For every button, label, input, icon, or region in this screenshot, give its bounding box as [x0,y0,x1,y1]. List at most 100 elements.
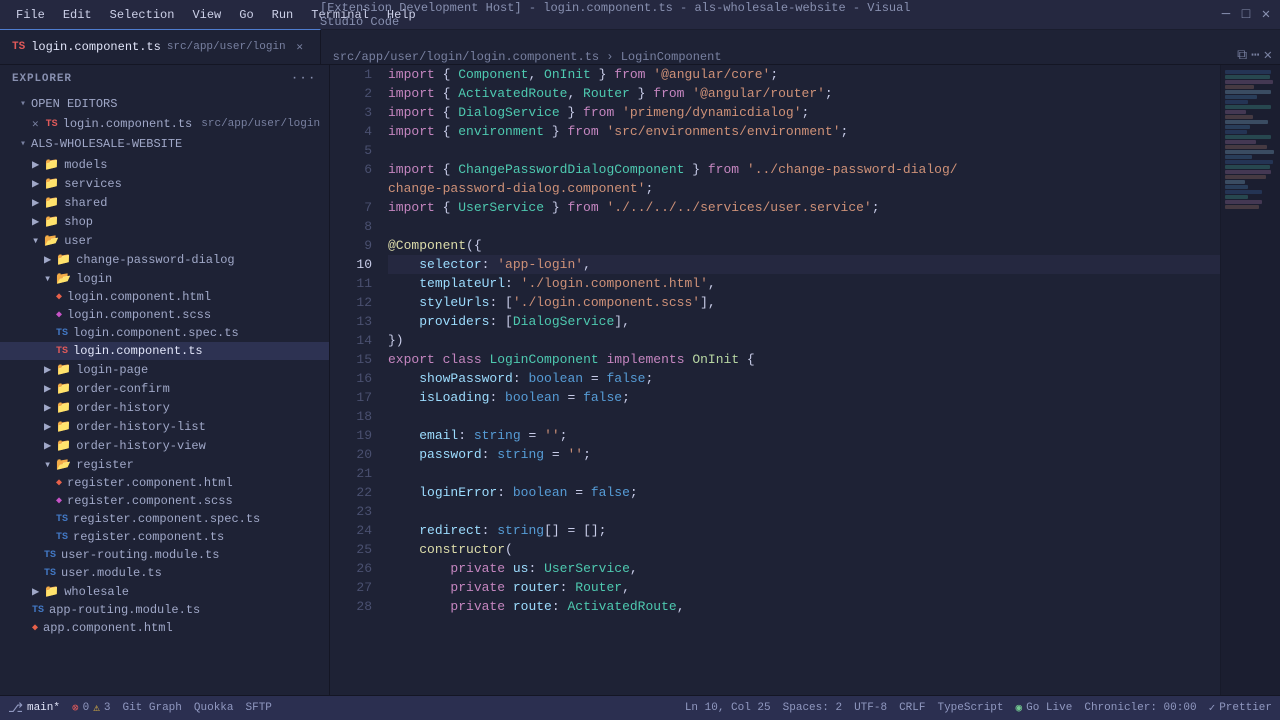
tree-app-component-html[interactable]: ◆ app.component.html [0,619,329,637]
code-editor[interactable]: 1234567891011121314151617181920212223242… [330,65,1280,695]
tree-register-html[interactable]: ◆ register.component.html [0,474,329,492]
tree-app-routing[interactable]: TS app-routing.module.ts [0,601,329,619]
tree-order-history[interactable]: ▶ 📁 order-history [0,398,329,417]
tree-register[interactable]: ▾ 📂 register [0,455,329,474]
go-live-button[interactable]: ◉ Go Live [1016,701,1073,715]
token: from [567,122,598,141]
token: } [630,84,653,103]
open-editor-login-ts[interactable]: ✕ TS login.component.ts src/app/user/log… [0,115,329,133]
code-line[interactable]: isLoading: boolean = false; [388,388,1220,407]
code-line[interactable]: selector: 'app-login', [388,255,1220,274]
code-line[interactable]: loginError: boolean = false; [388,483,1220,502]
token: './../../../services/user.service' [606,198,871,217]
tree-change-password-dialog[interactable]: ▶ 📁 change-password-dialog [0,250,329,269]
git-graph-button[interactable]: Git Graph [122,702,181,714]
split-editor-button[interactable]: ⧉ [1237,48,1247,64]
line-ending[interactable]: CRLF [899,702,925,714]
tree-order-history-list[interactable]: ▶ 📁 order-history-list [0,417,329,436]
encoding[interactable]: UTF-8 [854,702,887,714]
window-controls: ─ □ ✕ [1220,9,1272,21]
menu-run[interactable]: Run [264,6,302,24]
code-line[interactable]: private route: ActivatedRoute, [388,597,1220,616]
tree-shop[interactable]: ▶ 📁 shop [0,212,329,231]
folder-arrow: ▶ [32,176,39,191]
code-line[interactable] [388,217,1220,236]
code-line[interactable]: email: string = ''; [388,426,1220,445]
code-line[interactable]: styleUrls: ['./login.component.scss'], [388,293,1220,312]
tree-login[interactable]: ▾ 📂 login [0,269,329,288]
code-line[interactable]: change-password-dialog.component'; [388,179,1220,198]
tree-login-component-ts[interactable]: TS login.component.ts [0,342,329,360]
menu-go[interactable]: Go [231,6,261,24]
code-line[interactable]: redirect: string[] = []; [388,521,1220,540]
code-line[interactable]: constructor( [388,540,1220,559]
menu-edit[interactable]: Edit [55,6,100,24]
more-actions-button[interactable]: ⋯ [1251,47,1259,64]
tree-login-spec[interactable]: TS login.component.spec.ts [0,324,329,342]
tree-user-routing[interactable]: TS user-routing.module.ts [0,546,329,564]
tree-login-page[interactable]: ▶ 📁 login-page [0,360,329,379]
sidebar-more-button[interactable]: ··· [291,73,317,85]
project-section[interactable]: ▾ ALS-WHOLESALE-WEBSITE [0,133,329,155]
folder-arrow: ▶ [32,157,39,172]
tree-services[interactable]: ▶ 📁 services [0,174,329,193]
close-button[interactable]: ✕ [1260,9,1272,21]
token: './login.component.scss' [513,293,700,312]
code-line[interactable]: templateUrl: './login.component.html', [388,274,1220,293]
code-line[interactable]: private router: Router, [388,578,1220,597]
tree-register-spec[interactable]: TS register.component.spec.ts [0,510,329,528]
tab-login-component-ts[interactable]: TS login.component.ts src/app/user/login… [0,29,321,64]
indentation[interactable]: Spaces: 2 [783,702,842,714]
token [388,312,419,331]
tree-register-ts[interactable]: TS register.component.ts [0,528,329,546]
code-line[interactable]: import { UserService } from './../../../… [388,198,1220,217]
minimize-button[interactable]: ─ [1220,9,1232,21]
quokka-button[interactable]: Quokka [194,702,234,714]
tree-login-scss[interactable]: ◆ login.component.scss [0,306,329,324]
tree-user-module[interactable]: TS user.module.ts [0,564,329,582]
code-content[interactable]: import { Component, OnInit } from '@angu… [380,65,1220,695]
code-line[interactable]: import { ActivatedRoute, Router } from '… [388,84,1220,103]
code-line[interactable]: import { Component, OnInit } from '@angu… [388,65,1220,84]
code-line[interactable] [388,407,1220,426]
main-layout: Explorer ··· ▾ OPEN EDITORS ✕ TS login.c… [0,65,1280,695]
tree-user[interactable]: ▾ 📂 user [0,231,329,250]
prettier-button[interactable]: ✓ Prettier [1209,701,1272,715]
code-line[interactable] [388,141,1220,160]
token: 'src/environments/environment' [606,122,840,141]
errors-warnings[interactable]: ⊗ 0 ⚠ 3 [72,701,110,715]
tree-shared[interactable]: ▶ 📁 shared [0,193,329,212]
code-line[interactable]: }) [388,331,1220,350]
menu-view[interactable]: View [184,6,229,24]
code-line[interactable]: import { environment } from 'src/environ… [388,122,1220,141]
tab-close-button[interactable]: ✕ [292,39,308,55]
maximize-button[interactable]: □ [1240,9,1252,21]
folder-arrow: ▾ [44,457,51,472]
sftp-button[interactable]: SFTP [246,702,272,714]
code-line[interactable]: password: string = ''; [388,445,1220,464]
git-branch[interactable]: ⎇ main* [8,701,60,716]
code-line[interactable] [388,502,1220,521]
language-mode[interactable]: TypeScript [937,702,1003,714]
code-line[interactable]: showPassword: boolean = false; [388,369,1220,388]
code-line[interactable]: import { DialogService } from 'primeng/d… [388,103,1220,122]
chronicler-button[interactable]: Chronicler: 00:00 [1084,702,1196,714]
tree-order-confirm[interactable]: ▶ 📁 order-confirm [0,379,329,398]
code-line[interactable]: @Component({ [388,236,1220,255]
tree-order-history-view[interactable]: ▶ 📁 order-history-view [0,436,329,455]
tree-models[interactable]: ▶ 📁 models [0,155,329,174]
menu-file[interactable]: File [8,6,53,24]
open-editors-section[interactable]: ▾ OPEN EDITORS [0,93,329,115]
tree-register-scss[interactable]: ◆ register.component.scss [0,492,329,510]
code-line[interactable]: private us: UserService, [388,559,1220,578]
cursor-position[interactable]: Ln 10, Col 25 [685,702,771,714]
code-line[interactable]: providers: [DialogService], [388,312,1220,331]
code-line[interactable] [388,464,1220,483]
code-line[interactable]: import { ChangePasswordDialogComponent }… [388,160,1220,179]
menu-selection[interactable]: Selection [102,6,183,24]
tree-wholesale[interactable]: ▶ 📁 wholesale [0,582,329,601]
tree-login-html[interactable]: ◆ login.component.html [0,288,329,306]
close-panel-button[interactable]: ✕ [1264,47,1272,64]
code-line[interactable]: export class LoginComponent implements O… [388,350,1220,369]
close-icon[interactable]: ✕ [32,117,39,131]
